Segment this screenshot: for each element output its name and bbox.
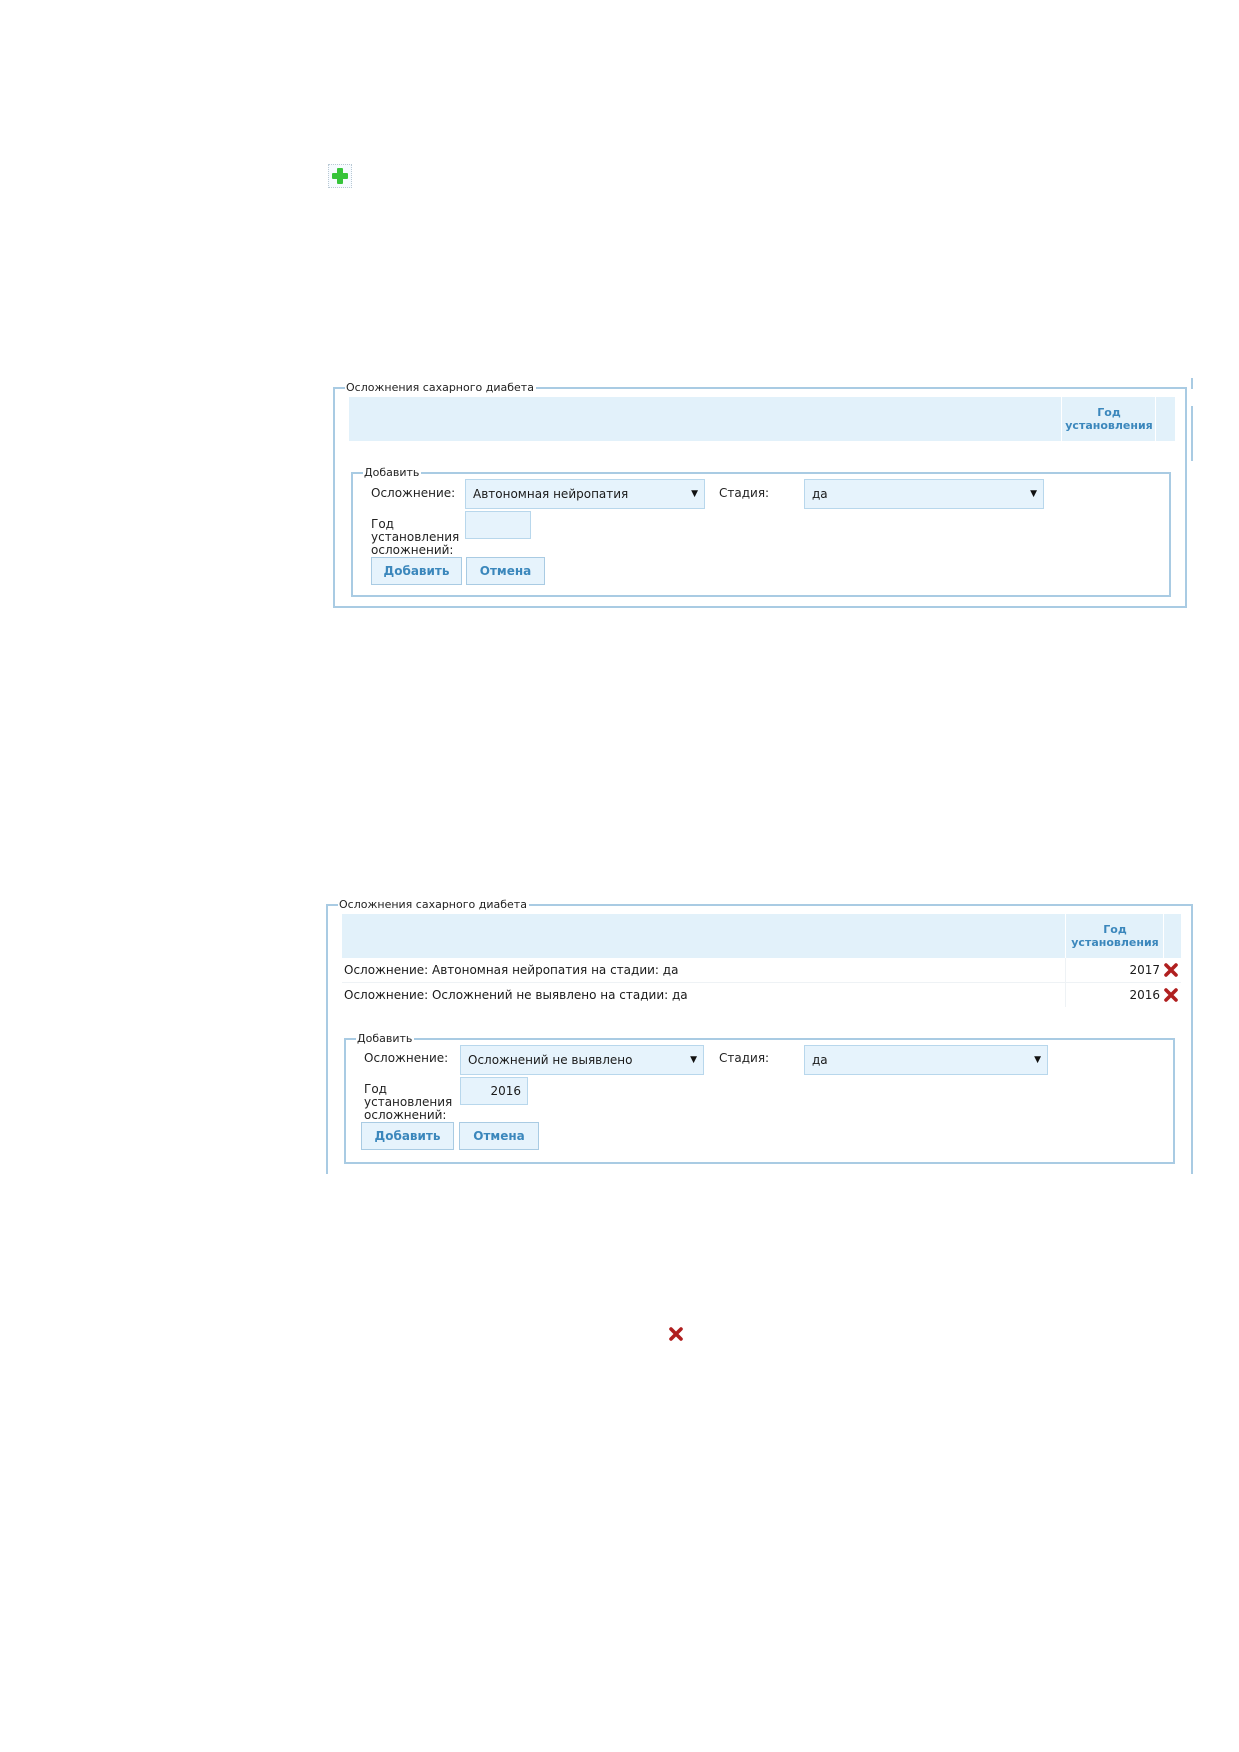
add-button[interactable]: Добавить: [361, 1122, 454, 1150]
add-form-legend: Добавить: [363, 466, 422, 480]
cancel-button[interactable]: Отмена: [459, 1122, 539, 1150]
close-icon[interactable]: [668, 1326, 684, 1342]
table-row: Осложнение: Автономная нейропатия на ста…: [342, 958, 1181, 983]
complication-select[interactable]: Осложнений не выявлено ▼: [460, 1045, 704, 1075]
delete-icon[interactable]: [1163, 987, 1179, 1003]
year-column-header: Год установления: [1065, 914, 1164, 958]
complication-label: Осложнение:: [364, 1051, 449, 1065]
stage-label: Стадия:: [719, 1051, 770, 1065]
row-year: 2016: [1129, 988, 1160, 1002]
stage-label: Стадия:: [719, 486, 770, 500]
year-label: Год установления осложнений:: [364, 1082, 453, 1122]
complication-select[interactable]: Автономная нейропатия ▼: [465, 479, 705, 509]
chevron-down-icon: ▼: [1034, 1055, 1041, 1065]
complications-panel-1: Осложнения сахарного диабета Год установ…: [333, 381, 1187, 608]
row-complication-text: Осложнение: Осложнений не выявлено на ст…: [344, 988, 688, 1002]
panel-legend: Осложнения сахарного диабета: [345, 381, 536, 395]
scroll-edge: [1191, 406, 1193, 461]
actions-column-header: [1155, 397, 1176, 441]
row-year: 2017: [1129, 963, 1160, 977]
chevron-down-icon: ▼: [690, 1055, 697, 1065]
year-column-header: Год установления: [1061, 397, 1156, 441]
panel-legend: Осложнения сахарного диабета: [338, 898, 529, 912]
year-input[interactable]: 2016: [460, 1077, 528, 1105]
row-complication-text: Осложнение: Автономная нейропатия на ста…: [344, 963, 679, 977]
chevron-down-icon: ▼: [691, 489, 698, 499]
year-input[interactable]: [465, 511, 531, 539]
complication-label: Осложнение:: [371, 486, 456, 500]
add-form: Добавить Осложнение: Осложнений не выявл…: [344, 1032, 1175, 1164]
table-row: Осложнение: Осложнений не выявлено на ст…: [342, 983, 1181, 1007]
chevron-down-icon: ▼: [1030, 489, 1037, 499]
delete-icon[interactable]: [1163, 962, 1179, 978]
table-header: Год установления: [349, 397, 1175, 441]
actions-column-header: [1163, 914, 1182, 958]
add-form: Добавить Осложнение: Автономная нейропат…: [351, 466, 1171, 597]
plus-icon[interactable]: [328, 164, 352, 188]
cancel-button[interactable]: Отмена: [466, 557, 545, 585]
add-button[interactable]: Добавить: [371, 557, 462, 585]
stage-select[interactable]: да ▼: [804, 479, 1044, 509]
year-label: Год установления осложнений:: [371, 517, 460, 557]
scroll-edge: [1191, 378, 1193, 389]
complications-panel-2: Осложнения сахарного диабета Год установ…: [326, 898, 1193, 1174]
add-form-legend: Добавить: [356, 1032, 415, 1046]
table-header: Год установления: [342, 914, 1181, 958]
stage-select[interactable]: да ▼: [804, 1045, 1048, 1075]
